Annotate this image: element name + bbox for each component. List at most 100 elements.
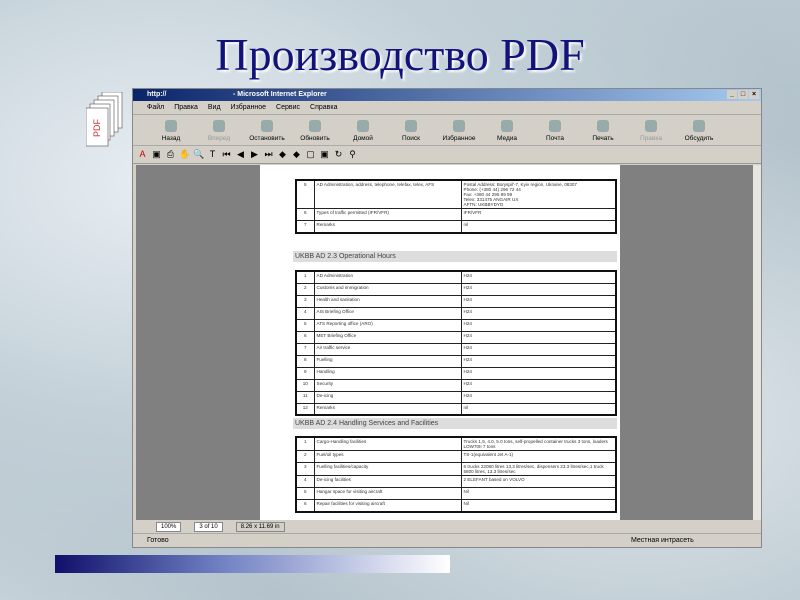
toolbar-button[interactable]: Обновить <box>291 120 339 142</box>
table-cell: 1 <box>295 270 315 284</box>
table-cell: De-icing <box>313 390 462 404</box>
zone-text: Местная интрасеть <box>631 537 694 544</box>
table-row: 9 Handling H24 <box>295 366 617 380</box>
table-row: 3 Fuelling facilities/capacity 6 trucks 22… <box>295 462 617 476</box>
menu-item[interactable]: Справка <box>310 104 337 111</box>
table-cell: H24 <box>460 270 617 284</box>
toolbar-icon <box>501 120 513 132</box>
toolbar-button[interactable]: Домой <box>339 120 387 142</box>
table-cell: Customs and immigration <box>313 282 462 296</box>
find-icon[interactable]: ⚲ <box>347 149 358 160</box>
section-heading: UKBB AD 2.3 Operational Hours <box>293 251 617 262</box>
table-row: 7 Air traffic service H24 <box>295 342 617 356</box>
table-cell: 2 <box>295 450 315 463</box>
table-cell: 3 <box>295 294 315 308</box>
table-cell: 4 <box>295 306 315 320</box>
toolbar-button[interactable]: Правка <box>627 120 675 142</box>
toolbar-label: Поиск <box>401 135 420 142</box>
acrobat-toolbar: A ▣ ⎙ ✋ 🔍 T ⏮ ◀ ▶ ⏭ ◆ ◆ ▢ ▣ ↻ ⚲ <box>133 146 761 164</box>
table-row: 7 Remarks nil <box>295 220 617 233</box>
window-title: - Microsoft Internet Explorer <box>233 91 327 98</box>
fit-page-icon[interactable]: ▣ <box>319 149 330 160</box>
prev-page-icon[interactable]: ◀ <box>235 149 246 160</box>
minimize-button[interactable]: _ <box>727 90 737 99</box>
toolbar-button[interactable]: Обсудить <box>675 120 723 142</box>
zoom-icon[interactable]: 🔍 <box>193 149 204 160</box>
page-view-icon[interactable]: ▢ <box>305 149 316 160</box>
print-icon[interactable]: ⎙ <box>165 149 176 160</box>
table-cell: ATS Reporting office (ARO) <box>313 318 462 332</box>
table-cell: IFR/VFR <box>460 208 617 221</box>
save-icon[interactable]: ▣ <box>151 149 162 160</box>
toolbar-icon <box>645 120 657 132</box>
back-icon[interactable]: ◆ <box>277 149 288 160</box>
table-cell: AD Administration, address, telephone, t… <box>313 179 462 209</box>
table-row: 5 AD Administration, address, telephone, … <box>295 179 617 209</box>
table-row: 6 Types of traffic permitted (IFR/VFR) IFR… <box>295 208 617 221</box>
toolbar-label: Печать <box>592 135 614 142</box>
data-table: 5 AD Administration, address, telephone, … <box>295 179 617 234</box>
table-row: 5 Hangar space for visiting aircraft Nil <box>295 487 617 500</box>
table-cell: Air traffic service <box>313 342 462 356</box>
table-row: 11 De-icing H24 <box>295 390 617 404</box>
maximize-button[interactable]: □ <box>738 90 748 99</box>
toolbar-label: Обсудить <box>684 135 714 142</box>
table-row: 1 Cargo-Handling facilities Trucks 1,5, 4.… <box>295 436 617 451</box>
table-cell: 5 <box>295 318 315 332</box>
menu-item[interactable]: Файл <box>147 104 164 111</box>
toolbar: Назад Вперед Остановить Обновить Домой Поиск И… <box>133 115 761 146</box>
forward-icon[interactable]: ◆ <box>291 149 302 160</box>
table-cell: Types of traffic permitted (IFR/VFR) <box>313 208 462 221</box>
toolbar-button[interactable]: Остановить <box>243 120 291 142</box>
table-cell: De-icing facilities <box>313 475 462 488</box>
data-table: 1 AD Administration H24 2 Customs and immigr… <box>295 270 617 416</box>
table-cell: 7 <box>295 342 315 356</box>
toolbar-button[interactable]: Вперед <box>195 120 243 142</box>
menu-item[interactable]: Правка <box>174 104 198 111</box>
toolbar-button[interactable]: Избранное <box>435 120 483 142</box>
toolbar-button[interactable]: Почта <box>531 120 579 142</box>
table-cell: H24 <box>460 390 617 404</box>
acrobat-icon[interactable]: A <box>137 149 148 160</box>
text-select-icon[interactable]: T <box>207 149 218 160</box>
table-cell: 12 <box>295 402 315 416</box>
zoom-field[interactable]: 100% <box>156 521 182 532</box>
table-cell: Fuel/oil types <box>313 450 462 463</box>
menu-item[interactable]: Избранное <box>231 104 266 111</box>
table-row: 12 Remarks nil <box>295 402 617 416</box>
table-cell: Health and sanitation <box>313 294 462 308</box>
table-cell: H24 <box>460 282 617 296</box>
section-heading: UKBB AD 2.4 Handling Services and Facili… <box>293 418 617 429</box>
table-row: 4 De-icing facilities 2 ELEFANT based on V… <box>295 475 617 488</box>
toolbar-icon <box>213 120 225 132</box>
toolbar-button[interactable]: Назад <box>147 120 195 142</box>
table-cell: Postal Address: Boryspil'-7, Kyiv region… <box>460 179 617 209</box>
toolbar-icon <box>357 120 369 132</box>
slide-title: Производство PDF <box>215 29 585 80</box>
close-button[interactable]: × <box>749 90 759 99</box>
table-cell: Repair facilities for visiting aircraft <box>313 499 462 512</box>
toolbar-button[interactable]: Поиск <box>387 120 435 142</box>
table-cell: Security <box>313 378 462 392</box>
vertical-scrollbar[interactable] <box>753 165 761 520</box>
first-page-icon[interactable]: ⏮ <box>221 149 232 160</box>
next-page-icon[interactable]: ▶ <box>249 149 260 160</box>
menu-item[interactable]: Вид <box>208 104 221 111</box>
toolbar-label: Обновить <box>300 135 330 142</box>
table-cell: 3 <box>295 462 315 476</box>
menu-bar: Файл Правка Вид Избранное Сервис Справка <box>133 101 761 115</box>
page-field[interactable]: 3 of 10 <box>194 521 223 532</box>
toolbar-icon <box>261 120 273 132</box>
hand-icon[interactable]: ✋ <box>179 149 190 160</box>
table-cell: 6 trucks 22080 litres 13,3 litres/sec, d… <box>460 462 617 476</box>
table-cell: Cargo-Handling facilities <box>313 436 462 451</box>
table-cell: H24 <box>460 294 617 308</box>
toolbar-button[interactable]: Медиа <box>483 120 531 142</box>
table-row: 10 Security H24 <box>295 378 617 392</box>
last-page-icon[interactable]: ⏭ <box>263 149 274 160</box>
toolbar-icon <box>453 120 465 132</box>
rotate-icon[interactable]: ↻ <box>333 149 344 160</box>
menu-item[interactable]: Сервис <box>276 104 300 111</box>
table-cell: 6 <box>295 499 315 512</box>
toolbar-button[interactable]: Печать <box>579 120 627 142</box>
